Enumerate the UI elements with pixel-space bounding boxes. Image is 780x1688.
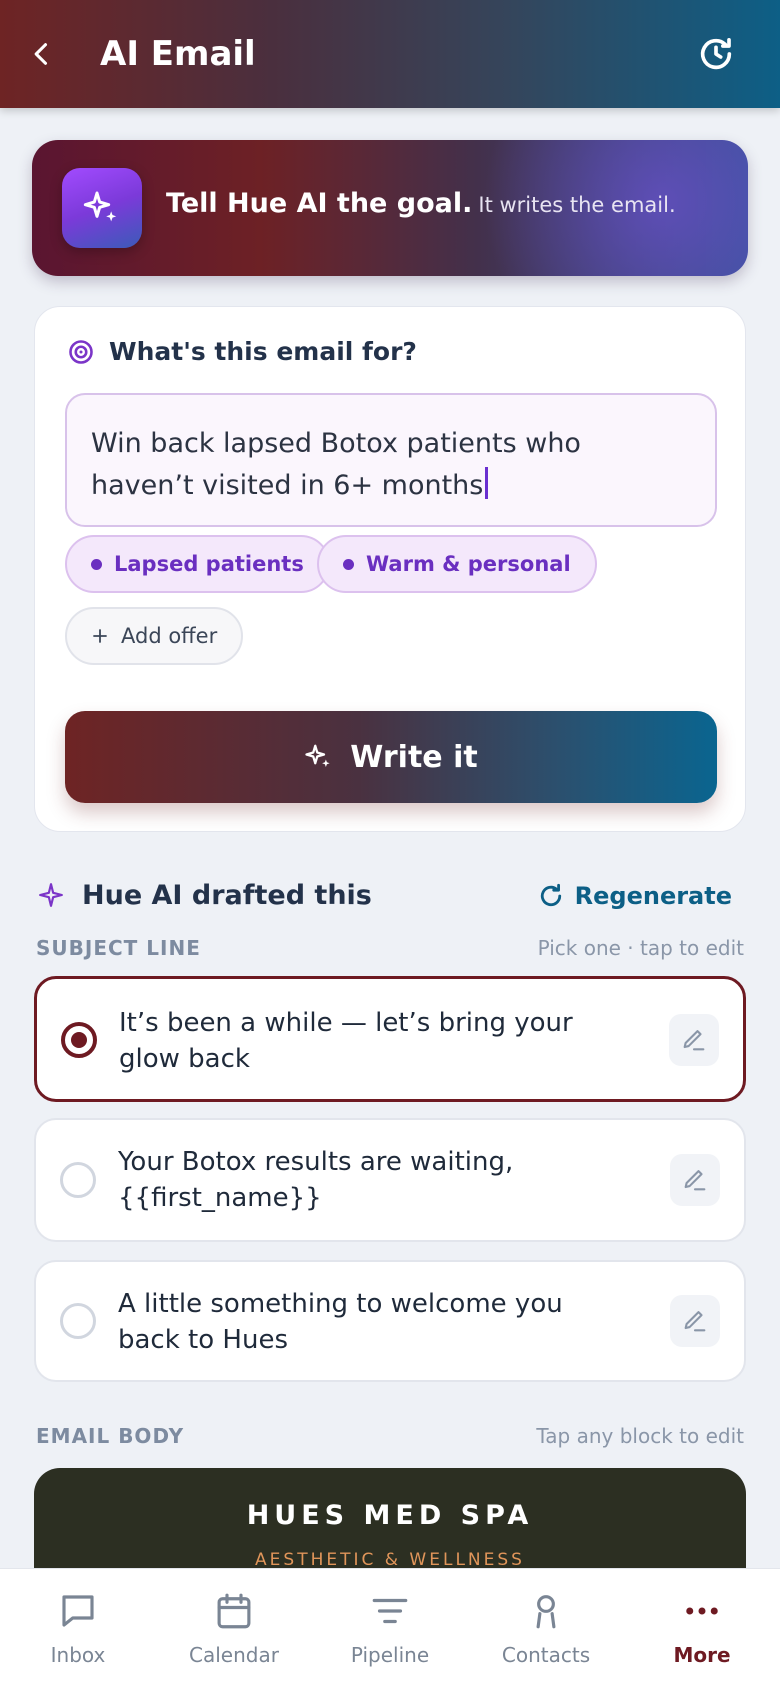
sparkle-icon — [39, 883, 63, 907]
more-dots-icon — [680, 1589, 724, 1633]
ai-goal-banner: Tell Hue AI the goal. It writes the email… — [32, 140, 748, 276]
nav-calendar[interactable]: Calendar — [156, 1569, 312, 1688]
draft-header: Hue AI drafted this Regenerate — [38, 876, 746, 916]
history-icon — [700, 38, 732, 70]
subject-option[interactable]: A little something to welcome you back t… — [34, 1260, 746, 1382]
radio-dot — [71, 1032, 87, 1048]
banner-heading: Tell Hue AI the goal. — [166, 188, 473, 219]
plus-icon — [93, 629, 107, 643]
edit-subject-button[interactable] — [670, 1154, 720, 1206]
nav-label: Inbox — [50, 1643, 106, 1667]
email-body-label: EMAIL BODY — [36, 1424, 185, 1448]
chat-bubble-icon — [56, 1589, 100, 1633]
banner-subtext: It writes the email. — [478, 193, 676, 217]
add-offer-label: Add offer — [121, 624, 218, 648]
goal-card: What's this email for? Win back lapsed B… — [34, 306, 746, 832]
radio-selected[interactable] — [61, 1022, 97, 1058]
subject-text: It’s been a while — let’s bring your glo… — [119, 1008, 573, 1074]
chevron-left-icon — [34, 43, 48, 65]
chip-warm-personal[interactable]: Warm & personal — [317, 535, 597, 593]
edit-subject-button[interactable] — [669, 1014, 719, 1066]
radio-unselected[interactable] — [60, 1303, 96, 1339]
regenerate-button[interactable]: Regenerate — [537, 876, 732, 916]
goal-input-value: Win back lapsed Botox patients who haven… — [91, 428, 581, 501]
write-it-label: Write it — [350, 739, 478, 775]
goal-label: What's this email for? — [67, 337, 417, 366]
back-button[interactable] — [20, 30, 64, 78]
subject-line-label: SUBJECT LINE — [36, 936, 201, 960]
regenerate-label: Regenerate — [574, 882, 732, 910]
banner-text: Tell Hue AI the goal. It writes the email… — [166, 188, 676, 219]
ai-badge — [62, 168, 142, 248]
subject-text: A little something to welcome you back t… — [118, 1289, 563, 1355]
nav-contacts[interactable]: Contacts — [468, 1569, 624, 1688]
pencil-icon — [683, 1030, 705, 1051]
radio-unselected[interactable] — [60, 1162, 96, 1198]
subject-option[interactable]: Your Botox results are waiting, {{first_… — [34, 1118, 746, 1242]
write-it-button[interactable]: Write it — [65, 711, 717, 803]
draft-title: Hue AI drafted this — [82, 880, 372, 911]
nav-label: Contacts — [501, 1643, 591, 1667]
email-body-hint: Tap any block to edit — [536, 1424, 744, 1448]
sparkle-icon — [305, 744, 330, 767]
chip-label: Lapsed patients — [114, 552, 304, 576]
app-header: AI Email — [0, 0, 780, 108]
chip-lapsed-patients[interactable]: Lapsed patients — [65, 535, 330, 593]
subject-text: Your Botox results are waiting, {{first_… — [118, 1147, 514, 1213]
nav-pipeline[interactable]: Pipeline — [312, 1569, 468, 1688]
nav-label: Calendar — [189, 1643, 279, 1667]
filter-icon — [368, 1589, 412, 1633]
chip-dot — [343, 558, 354, 570]
history-button[interactable] — [692, 30, 740, 78]
page-title: AI Email — [100, 34, 256, 74]
person-icon — [524, 1589, 568, 1633]
text-caret — [485, 467, 489, 499]
subject-line-hint: Pick one · tap to edit — [537, 936, 744, 960]
nav-more[interactable]: More — [624, 1569, 780, 1688]
goal-question: What's this email for? — [109, 337, 417, 366]
bottom-nav: Inbox Calendar Pipeline Contacts More — [0, 1568, 780, 1688]
brand-name: HUES MED SPA — [246, 1500, 534, 1531]
nav-label: Pipeline — [350, 1643, 430, 1667]
nav-inbox[interactable]: Inbox — [0, 1569, 156, 1688]
subject-option[interactable]: It’s been a while — let’s bring your glo… — [34, 976, 746, 1102]
pencil-icon — [684, 1170, 706, 1191]
edit-subject-button[interactable] — [670, 1295, 720, 1347]
sparkle-icon — [83, 191, 117, 222]
pencil-icon — [684, 1311, 706, 1332]
target-icon — [69, 339, 93, 364]
nav-label: More — [673, 1643, 731, 1667]
chip-label: Warm & personal — [366, 552, 571, 576]
chip-dot — [91, 558, 102, 570]
goal-input[interactable]: Win back lapsed Botox patients who haven… — [65, 393, 717, 527]
brand-tagline: AESTHETIC & WELLNESS — [255, 1550, 525, 1570]
add-offer-chip[interactable]: Add offer — [65, 607, 244, 665]
calendar-icon — [212, 1589, 256, 1633]
refresh-icon — [540, 883, 561, 907]
